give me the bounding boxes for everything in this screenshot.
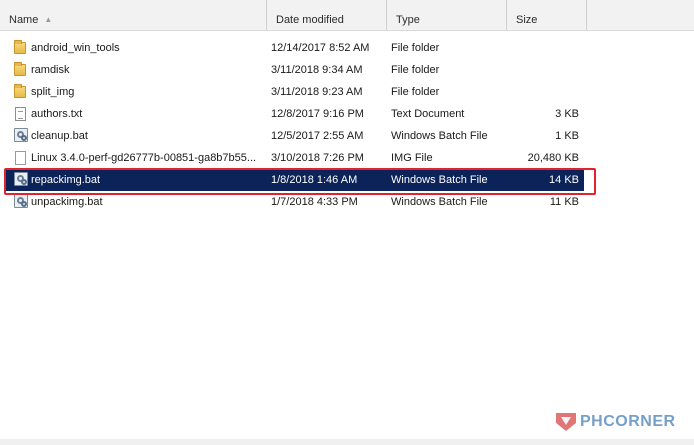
file-row[interactable]: cleanup.bat 12/5/2017 2:55 AM Windows Ba… [6, 125, 584, 147]
file-icon [15, 151, 26, 165]
file-size: 3 KB [555, 108, 579, 120]
file-type: Windows Batch File [391, 174, 488, 186]
file-size [506, 81, 579, 103]
column-header-type[interactable]: Type [387, 0, 507, 30]
file-size: 1 KB [555, 130, 579, 142]
file-date: 3/10/2018 7:26 PM [271, 152, 364, 164]
column-header-name-label: Name [9, 14, 39, 26]
file-name: authors.txt [31, 108, 83, 120]
file-type: Windows Batch File [391, 130, 488, 142]
file-size [506, 37, 579, 59]
file-size: 20,480 KB [527, 152, 579, 164]
watermark-logo: PHCORNER [556, 412, 676, 432]
column-header-size[interactable]: Size [507, 0, 587, 30]
file-type: File folder [391, 86, 440, 98]
file-date: 12/14/2017 8:52 AM [271, 42, 370, 54]
column-header-type-label: Type [396, 14, 420, 26]
shield-logo-icon [556, 413, 576, 431]
file-date: 12/5/2017 2:55 AM [271, 130, 364, 142]
file-type: IMG File [391, 152, 433, 164]
file-name: cleanup.bat [31, 130, 88, 142]
file-size: 11 KB [549, 196, 579, 208]
column-header-date-modified[interactable]: Date modified [267, 0, 387, 30]
file-name: split_img [31, 86, 75, 98]
file-date: 12/8/2017 9:16 PM [271, 108, 364, 120]
column-header-name[interactable]: Name ▲ [0, 0, 267, 30]
file-date: 1/8/2018 1:46 AM [271, 174, 358, 186]
file-type: File folder [391, 64, 440, 76]
batch-file-icon [14, 194, 28, 208]
file-row[interactable]: split_img 3/11/2018 9:23 AM File folder [6, 81, 584, 103]
folder-icon [14, 84, 26, 98]
file-name: repackimg.bat [31, 174, 101, 186]
column-header-date-label: Date modified [276, 14, 344, 26]
file-row[interactable]: Linux 3.4.0-perf-gd26777b-00851-ga8b7b55… [6, 147, 584, 169]
folder-icon [14, 40, 26, 54]
file-row[interactable]: ramdisk 3/11/2018 9:34 AM File folder [6, 59, 584, 81]
sort-ascending-icon: ▲ [44, 15, 53, 24]
file-date: 3/11/2018 9:34 AM [271, 64, 363, 76]
file-type: Windows Batch File [391, 196, 488, 208]
column-header-size-label: Size [516, 14, 538, 26]
file-row-selected[interactable]: repackimg.bat 1/8/2018 1:46 AM Windows B… [6, 169, 584, 191]
folder-icon [14, 62, 26, 76]
file-size [506, 59, 579, 81]
file-row[interactable]: authors.txt 12/8/2017 9:16 PM Text Docum… [6, 103, 584, 125]
file-type: File folder [391, 42, 440, 54]
text-document-icon [15, 107, 26, 121]
file-type: Text Document [391, 108, 465, 120]
file-name: unpackimg.bat [31, 196, 103, 208]
column-header-bar: Name ▲ Date modified Type Size [0, 0, 694, 31]
file-row[interactable]: unpackimg.bat 1/7/2018 4:33 PM Windows B… [6, 191, 584, 213]
file-date: 3/11/2018 9:23 AM [271, 86, 363, 98]
file-name: ramdisk [31, 64, 70, 76]
file-row[interactable]: android_win_tools 12/14/2017 8:52 AM Fil… [6, 37, 584, 59]
watermark-text: PHCORNER [580, 413, 676, 430]
file-date: 1/7/2018 4:33 PM [271, 196, 358, 208]
file-size: 14 KB [549, 174, 579, 186]
batch-file-icon [14, 128, 28, 142]
file-name: Linux 3.4.0-perf-gd26777b-00851-ga8b7b55… [31, 152, 257, 164]
batch-file-icon [14, 172, 28, 186]
bottom-edge-bar [0, 439, 694, 445]
file-name: android_win_tools [31, 42, 120, 54]
